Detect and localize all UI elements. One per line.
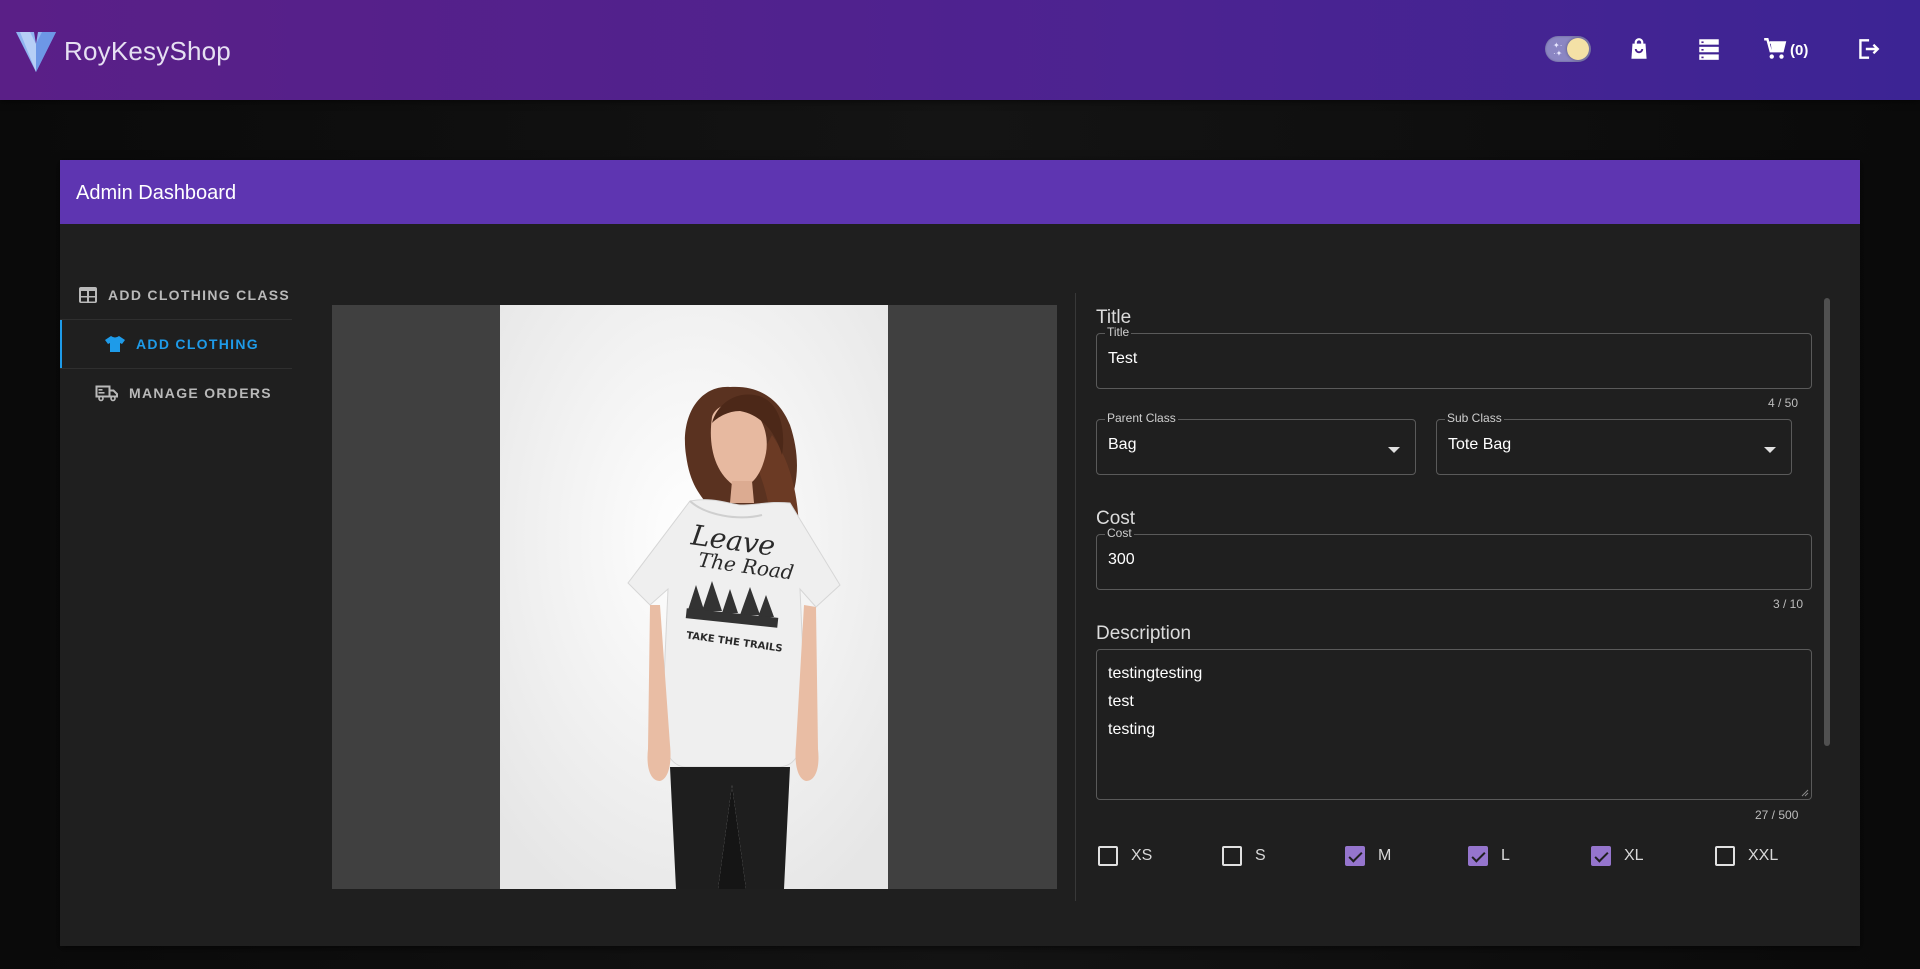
title-field-label: Title bbox=[1105, 325, 1132, 339]
nav-item-manage-orders[interactable]: MANAGE ORDERS bbox=[60, 368, 292, 417]
checkbox-checked-icon bbox=[1345, 846, 1365, 866]
size-checkbox-xs[interactable]: XS bbox=[1098, 846, 1152, 866]
cost-char-counter: 3 / 10 bbox=[1773, 597, 1804, 611]
stars-icon: ✦· ·✦ bbox=[1553, 41, 1563, 58]
form-scrollbar[interactable] bbox=[1824, 298, 1830, 746]
nav-item-add-clothing-class[interactable]: ADD CLOTHING CLASS bbox=[60, 270, 292, 319]
size-checkbox-m[interactable]: M bbox=[1345, 846, 1391, 866]
title-char-counter: 4 / 50 bbox=[1768, 396, 1799, 410]
size-label: XXL bbox=[1748, 847, 1779, 864]
cart-icon[interactable] bbox=[1762, 36, 1788, 62]
parent-class-label: Parent Class bbox=[1105, 411, 1178, 425]
moon-icon bbox=[1567, 38, 1589, 60]
brand-name[interactable]: RoyKesyShop bbox=[64, 36, 231, 67]
vuetify-logo-icon[interactable] bbox=[16, 26, 56, 74]
size-checkbox-xl[interactable]: XL bbox=[1591, 846, 1644, 866]
cart-count: (0) bbox=[1790, 42, 1809, 59]
size-checkbox-s[interactable]: S bbox=[1222, 846, 1266, 866]
nav-item-label: ADD CLOTHING CLASS bbox=[108, 286, 291, 303]
sub-class-label: Sub Class bbox=[1445, 411, 1504, 425]
nav-item-label: ADD CLOTHING bbox=[136, 336, 259, 352]
size-label: XL bbox=[1624, 847, 1644, 864]
nav-item-add-clothing[interactable]: ADD CLOTHING bbox=[60, 319, 292, 369]
checkbox-checked-icon bbox=[1591, 846, 1611, 866]
truck-icon bbox=[95, 385, 118, 402]
size-label: M bbox=[1378, 847, 1392, 864]
logout-icon[interactable] bbox=[1855, 36, 1881, 62]
chevron-down-icon bbox=[1764, 447, 1776, 453]
server-icon[interactable] bbox=[1696, 36, 1722, 62]
size-label: XS bbox=[1131, 847, 1153, 864]
description-section-label: Description bbox=[1096, 623, 1192, 644]
nav-item-label: MANAGE ORDERS bbox=[129, 385, 272, 401]
admin-side-nav: ADD CLOTHING CLASS ADD CLOTHING MANAGE O… bbox=[60, 270, 292, 417]
description-line: test bbox=[1108, 693, 1134, 710]
sub-class-value: Tote Bag bbox=[1448, 436, 1512, 453]
dashboard-title: Admin Dashboard bbox=[60, 160, 1860, 224]
model-tshirt-illustration: Leave The Road TAKE THE TRAILS bbox=[500, 305, 888, 889]
cost-field-label: Cost bbox=[1105, 526, 1134, 540]
checkbox-unchecked-icon bbox=[1222, 846, 1242, 866]
theme-toggle[interactable]: ✦· ·✦ bbox=[1545, 36, 1591, 62]
description-line: testing bbox=[1108, 721, 1156, 738]
tshirt-icon bbox=[105, 336, 125, 352]
admin-dashboard-card: Admin Dashboard ADD CLOTHING CLASS ADD C… bbox=[60, 160, 1860, 946]
size-label: L bbox=[1501, 847, 1510, 864]
shopping-bag-icon[interactable] bbox=[1626, 36, 1652, 62]
cost-field-value: 300 bbox=[1108, 551, 1135, 568]
checkbox-checked-icon bbox=[1468, 846, 1488, 866]
description-char-counter: 27 / 500 bbox=[1755, 808, 1799, 822]
product-image-preview: Leave The Road TAKE THE TRAILS bbox=[332, 305, 1057, 889]
resize-handle-icon[interactable] bbox=[1799, 787, 1809, 797]
parent-class-select[interactable]: Parent Class Bag bbox=[1096, 411, 1416, 475]
title-field-value: Test bbox=[1108, 350, 1138, 367]
chevron-down-icon bbox=[1388, 447, 1400, 453]
description-textarea[interactable]: testingtesting test testing bbox=[1096, 649, 1812, 800]
description-line: testingtesting bbox=[1108, 665, 1203, 682]
size-label: S bbox=[1255, 847, 1266, 864]
parent-class-value: Bag bbox=[1108, 436, 1137, 453]
table-icon bbox=[79, 286, 97, 303]
checkbox-unchecked-icon bbox=[1715, 846, 1735, 866]
cost-field[interactable]: Cost 300 bbox=[1096, 526, 1812, 590]
sub-class-select[interactable]: Sub Class Tote Bag bbox=[1436, 411, 1792, 475]
top-app-bar: RoyKesyShop ✦· ·✦ (0) bbox=[0, 0, 1920, 100]
title-field[interactable]: Title Test bbox=[1096, 325, 1812, 389]
panel-divider bbox=[1075, 293, 1076, 901]
checkbox-unchecked-icon bbox=[1098, 846, 1118, 866]
product-photo: Leave The Road TAKE THE TRAILS bbox=[500, 305, 888, 889]
size-checkbox-xxl[interactable]: XXL bbox=[1715, 846, 1778, 866]
size-checkbox-l[interactable]: L bbox=[1468, 846, 1510, 866]
